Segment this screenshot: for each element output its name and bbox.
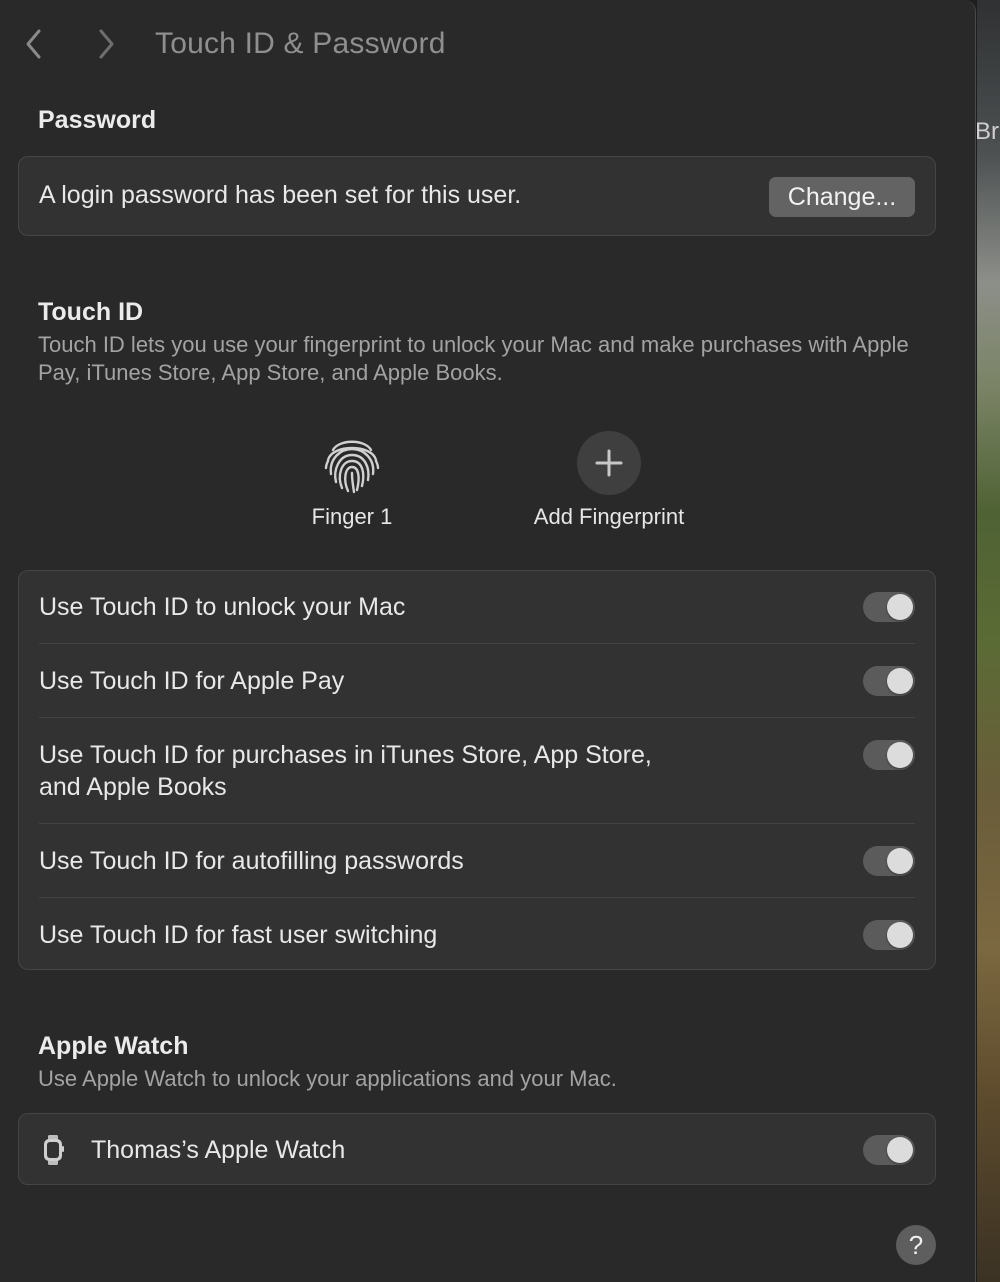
plus-icon	[595, 449, 623, 477]
option-apple-pay-row: Use Touch ID for Apple Pay	[39, 665, 915, 697]
option-autofill-toggle[interactable]	[863, 846, 915, 876]
divider	[39, 717, 915, 718]
help-button[interactable]: ?	[896, 1225, 936, 1265]
apple-watch-heading: Apple Watch	[38, 1032, 189, 1060]
option-purchases-label: Use Touch ID for purchases in iTunes Sto…	[39, 741, 652, 769]
toolbar: Touch ID & Password	[0, 0, 976, 86]
fingerprint-label: Finger 1	[311, 504, 393, 529]
touch-id-description: Touch ID lets you use your fingerprint t…	[38, 332, 909, 385]
apple-watch-icon	[44, 1135, 64, 1165]
add-fingerprint-item[interactable]: Add Fingerprint	[509, 430, 709, 530]
apple-watch-card: Thomas’s Apple Watch	[18, 1113, 936, 1185]
divider	[39, 643, 915, 644]
option-autofill-row: Use Touch ID for autofilling passwords	[39, 845, 915, 877]
apple-watch-toggle[interactable]	[863, 1135, 915, 1165]
add-fingerprint-label: Add Fingerprint	[533, 504, 685, 529]
fingerprint-item[interactable]: Finger 1	[252, 430, 452, 530]
option-user-switching-toggle[interactable]	[863, 920, 915, 950]
divider	[39, 897, 915, 898]
option-autofill-label: Use Touch ID for autofilling passwords	[39, 847, 464, 875]
password-status-text: A login password has been set for this u…	[39, 181, 522, 209]
change-password-button[interactable]: Change...	[769, 177, 915, 217]
option-user-switching-row: Use Touch ID for fast user switching	[39, 919, 915, 951]
fingerprint-icon	[319, 430, 385, 496]
touch-id-options-card: Use Touch ID to unlock your Mac Use Touc…	[18, 570, 936, 970]
apple-watch-description: Use Apple Watch to unlock your applicati…	[38, 1066, 617, 1091]
window-title: Touch ID & Password	[155, 27, 446, 60]
option-purchases-toggle[interactable]	[863, 740, 915, 770]
desktop-background: Br	[977, 0, 1000, 1282]
password-heading: Password	[38, 106, 157, 134]
option-unlock-mac-toggle[interactable]	[863, 592, 915, 622]
option-apple-pay-label: Use Touch ID for Apple Pay	[39, 667, 345, 695]
apple-watch-device-label: Thomas’s Apple Watch	[91, 1136, 346, 1164]
option-purchases-label-line2: and Apple Books	[39, 773, 227, 801]
option-user-switching-label: Use Touch ID for fast user switching	[39, 921, 438, 949]
add-fingerprint-button[interactable]	[577, 431, 641, 495]
settings-window: Touch ID & Password Password A login pas…	[0, 0, 976, 1282]
option-unlock-mac-row: Use Touch ID to unlock your Mac	[39, 591, 915, 623]
chevron-right-icon	[99, 29, 114, 59]
forward-button[interactable]	[88, 24, 124, 64]
desktop-partial-text: Br	[977, 118, 999, 145]
option-purchases-row: Use Touch ID for purchases in iTunes Sto…	[39, 739, 915, 803]
touch-id-heading: Touch ID	[38, 298, 144, 326]
divider	[39, 823, 915, 824]
chevron-left-icon	[26, 29, 41, 59]
back-button[interactable]	[16, 24, 52, 64]
option-apple-pay-toggle[interactable]	[863, 666, 915, 696]
password-card: A login password has been set for this u…	[18, 156, 936, 236]
option-unlock-mac-label: Use Touch ID to unlock your Mac	[39, 593, 406, 621]
